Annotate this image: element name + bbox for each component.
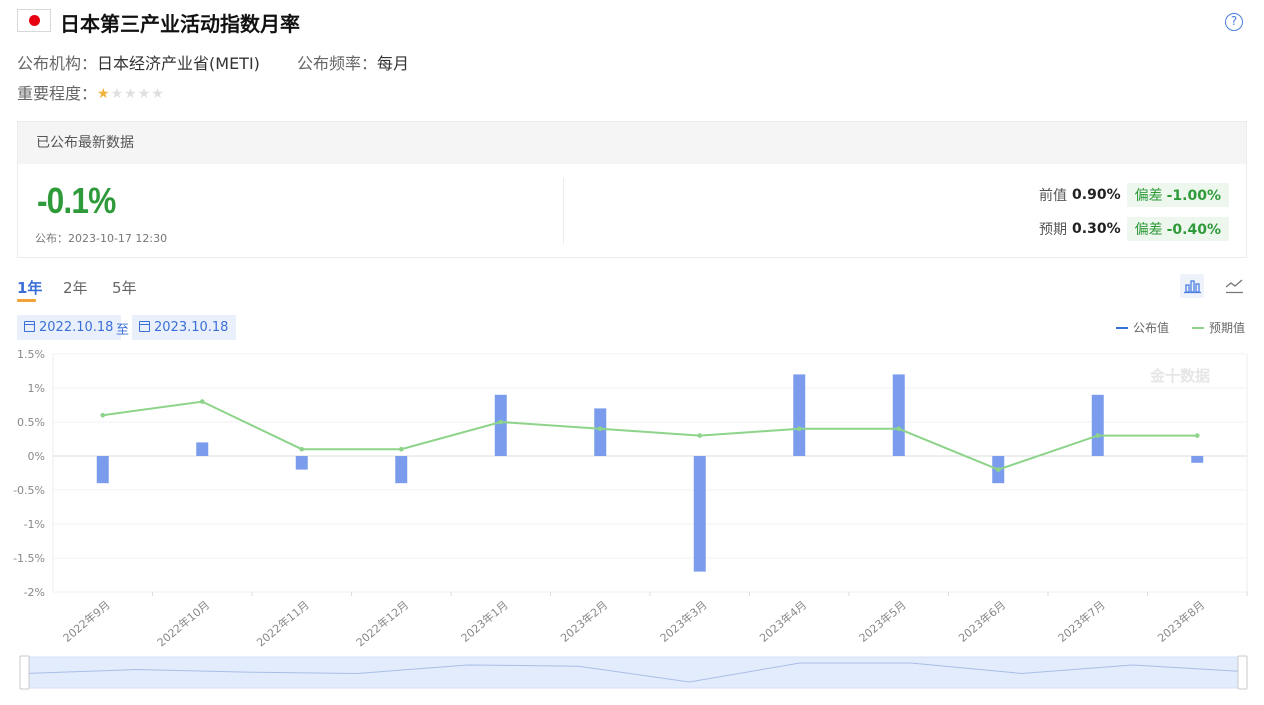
legend-published[interactable]: 公布值 (1116, 319, 1169, 336)
line-forecast (102, 400, 1198, 471)
bar-published (1091, 394, 1104, 456)
latest-value: -0.1% (37, 180, 116, 221)
y-tick-label: 0% (28, 450, 45, 463)
forecast-label: 预期 (1039, 222, 1068, 238)
previous-value: 0.90% (1072, 187, 1121, 203)
star-filled-icon: ★ (97, 86, 111, 102)
bar-published (793, 374, 806, 456)
x-tick-label: 2023年8月 (1155, 598, 1208, 645)
x-tick-label: 2023年4月 (757, 598, 810, 645)
x-tick-label: 2022年9月 (60, 598, 113, 645)
bar-published (295, 456, 308, 470)
point-forecast (100, 412, 106, 418)
tab-1-year[interactable]: 1年 (17, 277, 42, 298)
point-forecast (796, 426, 802, 432)
x-tick-label: 2023年7月 (1055, 598, 1108, 645)
calendar-icon (139, 321, 150, 332)
y-tick-label: -2% (24, 586, 45, 599)
panel-divider (563, 178, 564, 244)
previous-row: 前值 0.90% 偏差 -1.00% (1039, 183, 1229, 207)
star-empty-icon: ★ (151, 86, 165, 102)
help-icon[interactable]: ? (1225, 13, 1243, 31)
forecast-deviation: 偏差 -0.40% (1126, 217, 1229, 241)
star-empty-icon: ★ (137, 86, 152, 102)
point-forecast (498, 419, 504, 425)
y-tick-label: -0.5% (13, 484, 45, 497)
latest-data-panel: 已公布最新数据 -0.1% 公布：2023-10-17 12:30 前值 0.9… (17, 121, 1247, 258)
frequency-row: 公布频率：每月 (297, 50, 409, 74)
x-tick-label: 2023年5月 (856, 598, 909, 645)
y-tick-label: -1.5% (13, 552, 45, 565)
bar-published (494, 394, 507, 456)
star-empty-icon: ★ (124, 86, 138, 102)
previous-label: 前值 (1039, 188, 1068, 204)
point-forecast (1095, 433, 1101, 438)
source-label: 公布机构： (17, 54, 98, 73)
importance-label: 重要程度： (17, 84, 98, 103)
frequency-label: 公布频率： (297, 54, 378, 73)
calendar-icon (24, 321, 35, 332)
bar-published (196, 442, 209, 456)
x-tick-label: 2023年1月 (458, 598, 511, 645)
point-forecast (896, 426, 902, 432)
legend-forecast[interactable]: 预期值 (1192, 319, 1245, 336)
active-tab-indicator (17, 299, 36, 302)
bar-published (693, 456, 706, 572)
point-forecast (398, 446, 404, 452)
line-chart-toggle-icon[interactable] (1222, 274, 1246, 298)
date-from-picker[interactable]: 2022.10.18 (17, 315, 122, 340)
page-title: 日本第三产业活动指数月率 (60, 12, 300, 36)
slider-handle-left[interactable] (19, 655, 30, 690)
x-tick-label: 2022年12月 (353, 598, 411, 650)
y-tick-label: 1% (28, 382, 45, 395)
bar-published (892, 374, 905, 456)
bar-published (594, 408, 607, 456)
importance-stars: ★★★★★ (97, 86, 165, 102)
tab-2-year[interactable]: 2年 (63, 277, 88, 298)
date-to-picker[interactable]: 2023.10.18 (132, 315, 237, 340)
date-range-separator: 至 (116, 323, 130, 338)
star-empty-icon: ★ (110, 86, 125, 102)
point-forecast (697, 433, 703, 438)
forecast-row: 预期 0.30% 偏差 -0.40% (1039, 217, 1229, 241)
frequency-value: 每月 (377, 54, 410, 73)
bar-published (1191, 456, 1204, 463)
panel-title: 已公布最新数据 (18, 122, 1246, 164)
slider-handle-right[interactable] (1237, 655, 1248, 690)
bar-published (395, 456, 408, 484)
x-tick-label: 2022年11月 (254, 598, 312, 650)
x-tick-label: 2023年6月 (956, 598, 1009, 645)
point-forecast (199, 399, 205, 404)
overview-slider-track (24, 656, 1244, 689)
previous-deviation: 偏差 -1.00% (1126, 183, 1229, 207)
y-tick-label: 1.5% (17, 348, 45, 361)
bar-chart-toggle-icon[interactable] (1180, 274, 1204, 298)
forecast-value: 0.30% (1072, 221, 1121, 237)
source-value: 日本经济产业省(METI) (97, 54, 260, 73)
plot-area (52, 353, 1248, 593)
x-tick-label: 2023年3月 (657, 598, 710, 645)
point-forecast (1194, 433, 1200, 438)
publish-time: 公布：2023-10-17 12:30 (35, 232, 168, 245)
y-tick-label: -1% (24, 518, 45, 531)
tab-5-year[interactable]: 5年 (112, 277, 137, 298)
point-forecast (597, 426, 603, 432)
point-forecast (299, 446, 305, 452)
x-tick-label: 2022年10月 (154, 598, 212, 650)
chart-canvas: 1.5% 1% 0.5% 0% -0.5% -1% -1.5% -2% 2022年9月 2022年… (13, 348, 1248, 690)
source-row: 公布机构：日本经济产业省(METI) (17, 50, 260, 74)
bar-published (96, 456, 109, 484)
y-tick-label: 0.5% (17, 416, 45, 429)
point-forecast (995, 467, 1001, 472)
x-tick-label: 2023年2月 (558, 598, 611, 645)
importance-row: 重要程度：★★★★★ (17, 80, 165, 104)
japan-flag-icon (17, 9, 51, 32)
